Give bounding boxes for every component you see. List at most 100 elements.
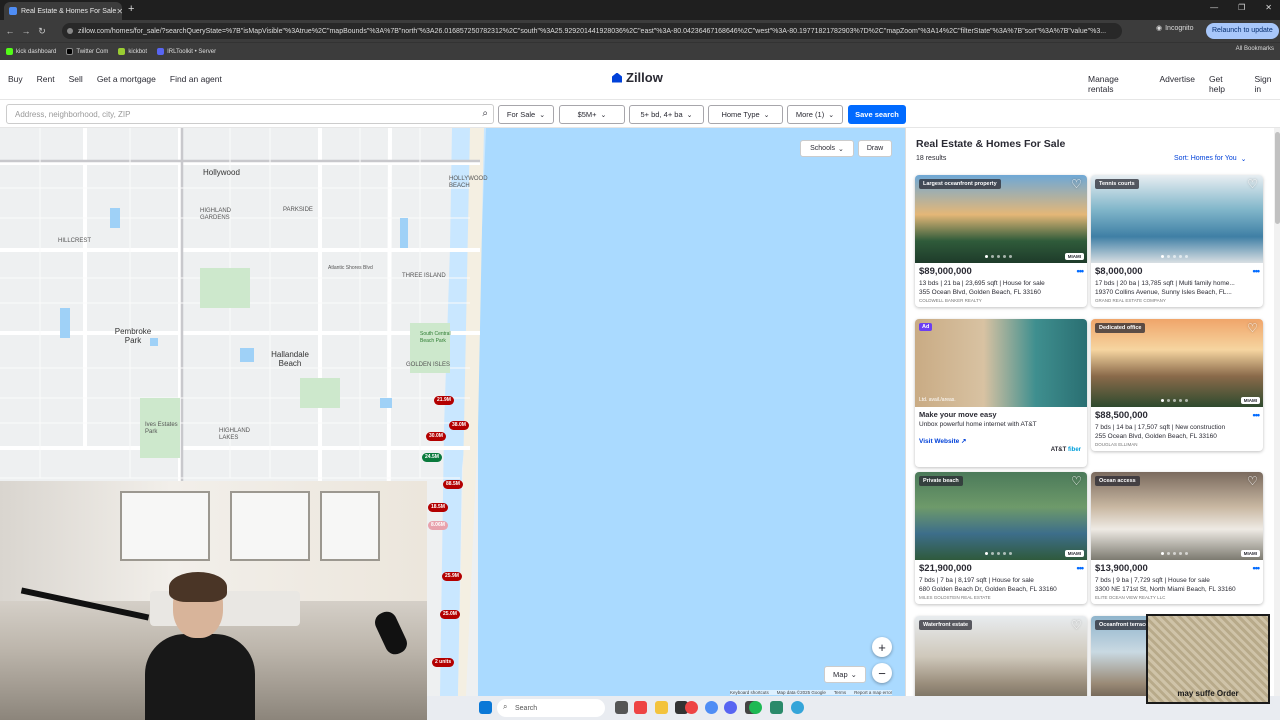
save-heart-icon[interactable]: ♡ — [1070, 619, 1083, 632]
file-explorer-icon[interactable] — [655, 701, 668, 714]
bookmark-irltoolkit[interactable]: IRLToolkit • Server — [157, 48, 216, 55]
forward-icon[interactable]: → — [20, 26, 32, 36]
nav-get-help[interactable]: Get help — [1209, 74, 1241, 94]
listing-photo[interactable]: Waterfront estate ♡ — [915, 616, 1087, 696]
windows-start-icon[interactable] — [479, 701, 492, 714]
ad-card[interactable]: Ad Ltd. avail./areas. Make your move eas… — [915, 319, 1087, 467]
sort-dropdown[interactable]: Sort: Homes for You ⌄ — [1174, 155, 1247, 163]
task-view-icon[interactable] — [615, 701, 628, 714]
nav-buy[interactable]: Buy — [8, 74, 23, 84]
back-icon[interactable]: ← — [4, 26, 16, 36]
more-options-icon[interactable]: ••• — [1253, 410, 1261, 421]
zillow-logo[interactable]: Zillow — [612, 70, 663, 85]
bookmark-kick-dashboard[interactable]: kick dashboard — [6, 48, 56, 55]
nav-manage-rentals[interactable]: Manage rentals — [1088, 74, 1146, 94]
discord-icon[interactable] — [724, 701, 737, 714]
listing-photo[interactable]: Largest oceanfront property ♡ MIAMI — [915, 175, 1087, 263]
map-price-pin[interactable]: 30.0M — [426, 432, 446, 441]
bookmark-twitter[interactable]: Twitter Com — [66, 48, 108, 55]
map-price-pin[interactable]: 25.0M — [440, 610, 460, 619]
app-icon[interactable] — [770, 701, 783, 714]
listing-card[interactable]: Tennis courts ♡ $8,000,000 ••• 17 bds | 2… — [1091, 175, 1263, 307]
listing-address[interactable]: 680 Golden Beach Dr, Golden Beach, FL 33… — [919, 586, 1083, 593]
zoom-in-button[interactable]: + — [872, 637, 892, 657]
chrome-icon[interactable] — [634, 701, 647, 714]
listing-card[interactable]: Largest oceanfront property ♡ MIAMI $89,… — [915, 175, 1087, 307]
more-options-icon[interactable]: ••• — [1077, 563, 1085, 574]
more-filter[interactable]: More (1) ⌄ — [787, 105, 843, 124]
map-cluster-pin[interactable]: 2 units — [432, 658, 455, 667]
save-heart-icon[interactable]: ♡ — [1246, 178, 1259, 191]
listing-address[interactable]: 19370 Collins Avenue, Sunny Isles Beach,… — [1095, 289, 1259, 296]
ad-photo[interactable]: Ad Ltd. avail./areas. — [915, 319, 1087, 407]
map-price-pin[interactable]: 24.5M — [422, 453, 442, 462]
listing-photo[interactable]: Tennis courts ♡ — [1091, 175, 1263, 263]
listing-type-filter[interactable]: For Sale ⌄ — [498, 105, 554, 124]
listing-card[interactable]: Waterfront estate ♡ — [915, 616, 1087, 696]
nav-sell[interactable]: Sell — [69, 74, 83, 84]
listing-photo[interactable]: Private beach ♡ MIAMI — [915, 472, 1087, 560]
report-error-link[interactable]: Report a map error — [854, 690, 892, 695]
nav-rent[interactable]: Rent — [37, 74, 55, 84]
home-type-filter[interactable]: Home Type ⌄ — [708, 105, 783, 124]
nav-sign-in[interactable]: Sign in — [1254, 74, 1280, 94]
browser-tab[interactable]: Real Estate & Homes For Sale ✕ — [4, 2, 122, 20]
map-type-button[interactable]: Map ⌄ — [824, 666, 866, 683]
map-price-pin[interactable]: 8.06M — [428, 521, 448, 530]
schools-button[interactable]: Schools ⌄ — [800, 140, 854, 157]
incognito-indicator[interactable]: ◉ Incognito — [1156, 24, 1194, 33]
more-options-icon[interactable]: ••• — [1253, 266, 1261, 277]
listing-address[interactable]: 255 Ocean Blvd, Golden Beach, FL 33160 — [1095, 433, 1259, 440]
terms-link[interactable]: Terms — [834, 690, 846, 695]
map-price-pin[interactable]: 21.9M — [434, 396, 454, 405]
minimize-icon[interactable]: — — [1210, 3, 1218, 12]
save-heart-icon[interactable]: ♡ — [1070, 178, 1083, 191]
nav-find-agent[interactable]: Find an agent — [170, 74, 222, 84]
obs-icon[interactable] — [685, 701, 698, 714]
listing-photo[interactable]: Dedicated office ♡ MIAMI — [1091, 319, 1263, 407]
listing-details: $89,000,000 ••• 13 bds | 21 ba | 23,695 s… — [915, 263, 1087, 307]
url-bar[interactable]: zillow.com/homes/for_sale/?searchQuerySt… — [62, 23, 1122, 39]
more-options-icon[interactable]: ••• — [1253, 563, 1261, 574]
scroll-thumb[interactable] — [1275, 132, 1280, 224]
search-input[interactable]: Address, neighborhood, city, ZIP ⌕ — [6, 104, 494, 124]
nav-advertise[interactable]: Advertise — [1160, 74, 1195, 94]
save-heart-icon[interactable]: ♡ — [1070, 475, 1083, 488]
map-price-pin[interactable]: 25.9M — [442, 572, 462, 581]
app-icon[interactable] — [791, 701, 804, 714]
listing-address[interactable]: 3300 NE 171st St, North Miami Beach, FL … — [1095, 586, 1259, 593]
nav-get-mortgage[interactable]: Get a mortgage — [97, 74, 156, 84]
taskbar-search[interactable]: ⌕ Search — [497, 699, 605, 717]
reload-icon[interactable]: ↻ — [36, 26, 48, 37]
close-tab-icon[interactable]: ✕ — [116, 7, 122, 16]
listing-photo[interactable]: Ocean access ♡ MIAMI — [1091, 472, 1263, 560]
save-heart-icon[interactable]: ♡ — [1246, 475, 1259, 488]
site-info-icon[interactable] — [67, 28, 73, 34]
draw-button[interactable]: Draw — [858, 140, 892, 157]
bookmark-kickbot[interactable]: kickbot — [118, 48, 147, 55]
beds-baths-filter[interactable]: 5+ bd, 4+ ba ⌄ — [629, 105, 704, 124]
map-price-pin[interactable]: 38.0M — [449, 421, 469, 430]
chrome-profile-icon[interactable] — [705, 701, 718, 714]
results-scrollbar[interactable] — [1274, 128, 1280, 696]
all-bookmarks-button[interactable]: All Bookmarks — [1236, 46, 1274, 52]
spotify-icon[interactable] — [749, 701, 762, 714]
price-filter[interactable]: $5M+ ⌄ — [559, 105, 625, 124]
zoom-out-button[interactable]: − — [872, 663, 892, 683]
map-price-pin[interactable]: 18.5M — [428, 503, 448, 512]
listing-card[interactable]: Dedicated office ♡ MIAMI $88,500,000 ••• … — [1091, 319, 1263, 451]
maximize-icon[interactable]: ❐ — [1238, 3, 1245, 12]
close-window-icon[interactable]: ✕ — [1265, 3, 1272, 12]
map-price-pin[interactable]: 88.5M — [443, 480, 463, 489]
listing-card[interactable]: Private beach ♡ MIAMI $21,900,000 ••• 7 b… — [915, 472, 1087, 604]
search-icon[interactable]: ⌕ — [482, 108, 488, 119]
listing-card[interactable]: Ocean access ♡ MIAMI $13,900,000 ••• 7 bd… — [1091, 472, 1263, 604]
new-tab-icon[interactable]: + — [128, 3, 134, 15]
relaunch-button[interactable]: Relaunch to update — [1206, 23, 1279, 39]
visit-website-link[interactable]: Visit Website ↗ — [919, 437, 1083, 445]
save-search-button[interactable]: Save search — [848, 105, 906, 124]
listing-address[interactable]: 355 Ocean Blvd, Golden Beach, FL 33160 — [919, 289, 1083, 296]
save-heart-icon[interactable]: ♡ — [1246, 322, 1259, 335]
keyboard-shortcuts-link[interactable]: Keyboard shortcuts — [730, 690, 769, 695]
more-options-icon[interactable]: ••• — [1077, 266, 1085, 277]
